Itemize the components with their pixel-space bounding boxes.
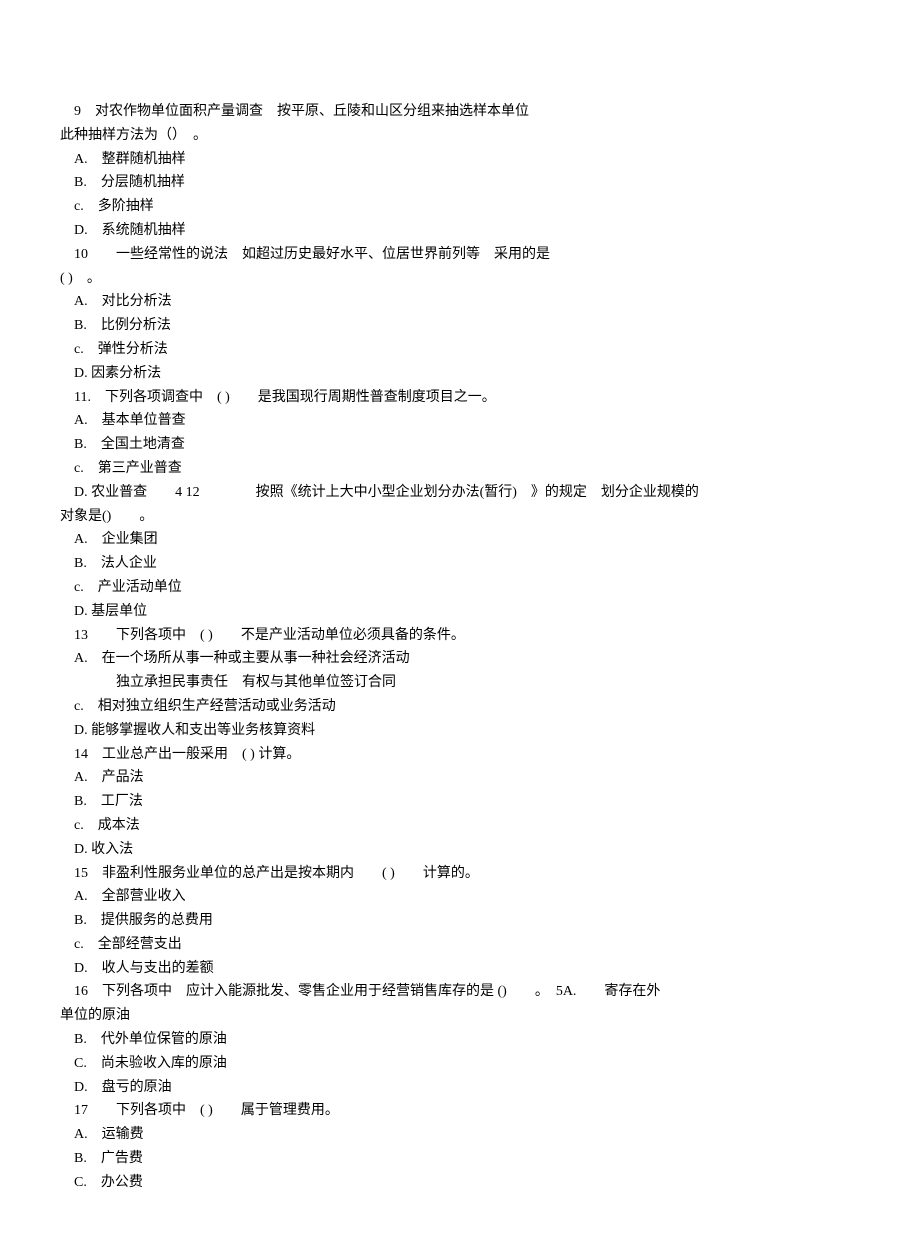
q15-opt-d: D. 收人与支出的差额 — [60, 957, 860, 981]
q11-opt-b: B. 全国土地清查 — [60, 433, 860, 457]
q17-num: 17 — [74, 1103, 88, 1118]
q14-line1: 14 工业总产出一般采用 ( ) 计算。 — [60, 743, 860, 767]
q11-opt-c: c. 第三产业普查 — [60, 457, 860, 481]
q13-opt-d: D. 能够掌握收人和支出等业务核算资料 — [60, 719, 860, 743]
q14-text: 工业总产出一般采用 ( ) 计算。 — [102, 747, 300, 762]
q12-opt-b: B. 法人企业 — [60, 552, 860, 576]
q16-num: 16 — [74, 984, 88, 999]
q16-line1: 16 下列各项中 应计入能源批发、零售企业用于经营销售库存的是 () 。 5A.… — [60, 980, 860, 1004]
q11-num: 11. — [74, 390, 91, 405]
q10-opt-a: A. 对比分析法 — [60, 290, 860, 314]
q10-opt-c: c. 弹性分析法 — [60, 338, 860, 362]
q10-text: 一些经常性的说法 如超过历史最好水平、位居世界前列等 采用的是 — [88, 247, 550, 262]
q10-line2: ( ) 。 — [60, 267, 860, 291]
q17-opt-a: A. 运输费 — [60, 1123, 860, 1147]
q10-line1: 10 一些经常性的说法 如超过历史最好水平、位居世界前列等 采用的是 — [60, 243, 860, 267]
q11-text: 下列各项调查中 ( ) 是我国现行周期性普查制度项目之一。 — [91, 390, 496, 405]
q12-opt-d: D. 基层单位 — [60, 600, 860, 624]
q16-opt-b: B. 代外单位保管的原油 — [60, 1028, 860, 1052]
q13-opt-c: c. 相对独立组织生产经营活动或业务活动 — [60, 695, 860, 719]
q10-num: 10 — [74, 247, 88, 262]
q14-num: 14 — [74, 747, 88, 762]
q11-opt-a: A. 基本单位普查 — [60, 409, 860, 433]
q13-line1: 13 下列各项中 ( ) 不是产业活动单位必须具备的条件。 — [60, 624, 860, 648]
q17-opt-c: C. 办公费 — [60, 1171, 860, 1195]
q9-line2: 此种抽样方法为（） 。 — [60, 124, 860, 148]
q13-text: 下列各项中 ( ) 不是产业活动单位必须具备的条件。 — [88, 628, 465, 643]
q15-line1: 15 非盈利性服务业单位的总产出是按本期内 ( ) 计算的。 — [60, 862, 860, 886]
q17-line1: 17 下列各项中 ( ) 属于管理费用。 — [60, 1099, 860, 1123]
q15-num: 15 — [74, 866, 88, 881]
document-content: 9 对农作物单位面积产量调查 按平原、丘陵和山区分组来抽选样本单位 此种抽样方法… — [60, 100, 860, 1195]
q14-opt-c: c. 成本法 — [60, 814, 860, 838]
q15-opt-a: A. 全部营业收入 — [60, 885, 860, 909]
q16-opt-d: D. 盘亏的原油 — [60, 1076, 860, 1100]
q14-opt-b: B. 工厂法 — [60, 790, 860, 814]
q9-opt-c: c. 多阶抽样 — [60, 195, 860, 219]
q14-opt-d: D. 收入法 — [60, 838, 860, 862]
q15-text: 非盈利性服务业单位的总产出是按本期内 ( ) 计算的。 — [102, 866, 479, 881]
q11-line1: 11. 下列各项调查中 ( ) 是我国现行周期性普查制度项目之一。 — [60, 386, 860, 410]
q9-opt-d: D. 系统随机抽样 — [60, 219, 860, 243]
q12-opt-c: c. 产业活动单位 — [60, 576, 860, 600]
q13-opt-b: 独立承担民事责任 有权与其他单位签订合同 — [60, 671, 860, 695]
q16-opt-c: C. 尚未验收入库的原油 — [60, 1052, 860, 1076]
q14-opt-a: A. 产品法 — [60, 766, 860, 790]
q15-opt-b: B. 提供服务的总费用 — [60, 909, 860, 933]
q12-merged: D. 农业普查 4 12 按照《统计上大中小型企业划分办法(暂行) 》的规定 划… — [60, 481, 860, 505]
q12-opt-a: A. 企业集团 — [60, 528, 860, 552]
q9-text: 对农作物单位面积产量调查 按平原、丘陵和山区分组来抽选样本单位 — [95, 104, 529, 119]
q17-text: 下列各项中 ( ) 属于管理费用。 — [88, 1103, 339, 1118]
q16-text: 下列各项中 应计入能源批发、零售企业用于经营销售库存的是 () 。 5A. 寄存… — [88, 984, 660, 999]
q16-line2: 单位的原油 — [60, 1004, 860, 1028]
q17-opt-b: B. 广告费 — [60, 1147, 860, 1171]
q10-opt-d: D. 因素分析法 — [60, 362, 860, 386]
q15-opt-c: c. 全部经营支出 — [60, 933, 860, 957]
q9-opt-b: B. 分层随机抽样 — [60, 171, 860, 195]
q10-opt-b: B. 比例分析法 — [60, 314, 860, 338]
q12-line2: 对象是() 。 — [60, 505, 860, 529]
q13-opt-a: A. 在一个场所从事一种或主要从事一种社会经济活动 — [60, 647, 860, 671]
q13-num: 13 — [74, 628, 88, 643]
q9-line1: 9 对农作物单位面积产量调查 按平原、丘陵和山区分组来抽选样本单位 — [60, 100, 860, 124]
q9-opt-a: A. 整群随机抽样 — [60, 148, 860, 172]
q9-num: 9 — [74, 104, 81, 119]
